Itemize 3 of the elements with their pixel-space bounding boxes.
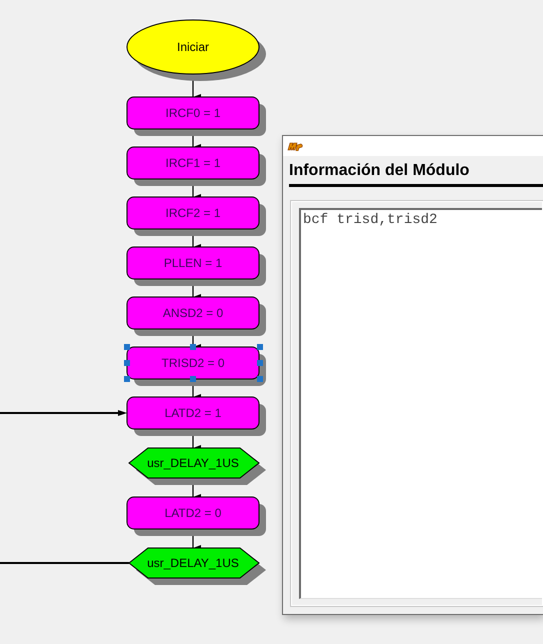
panel-title: Información del Módulo (289, 161, 470, 181)
code-text-area[interactable]: bcf trisd,trisd2 (299, 208, 542, 599)
app-logo-icon (287, 141, 303, 151)
